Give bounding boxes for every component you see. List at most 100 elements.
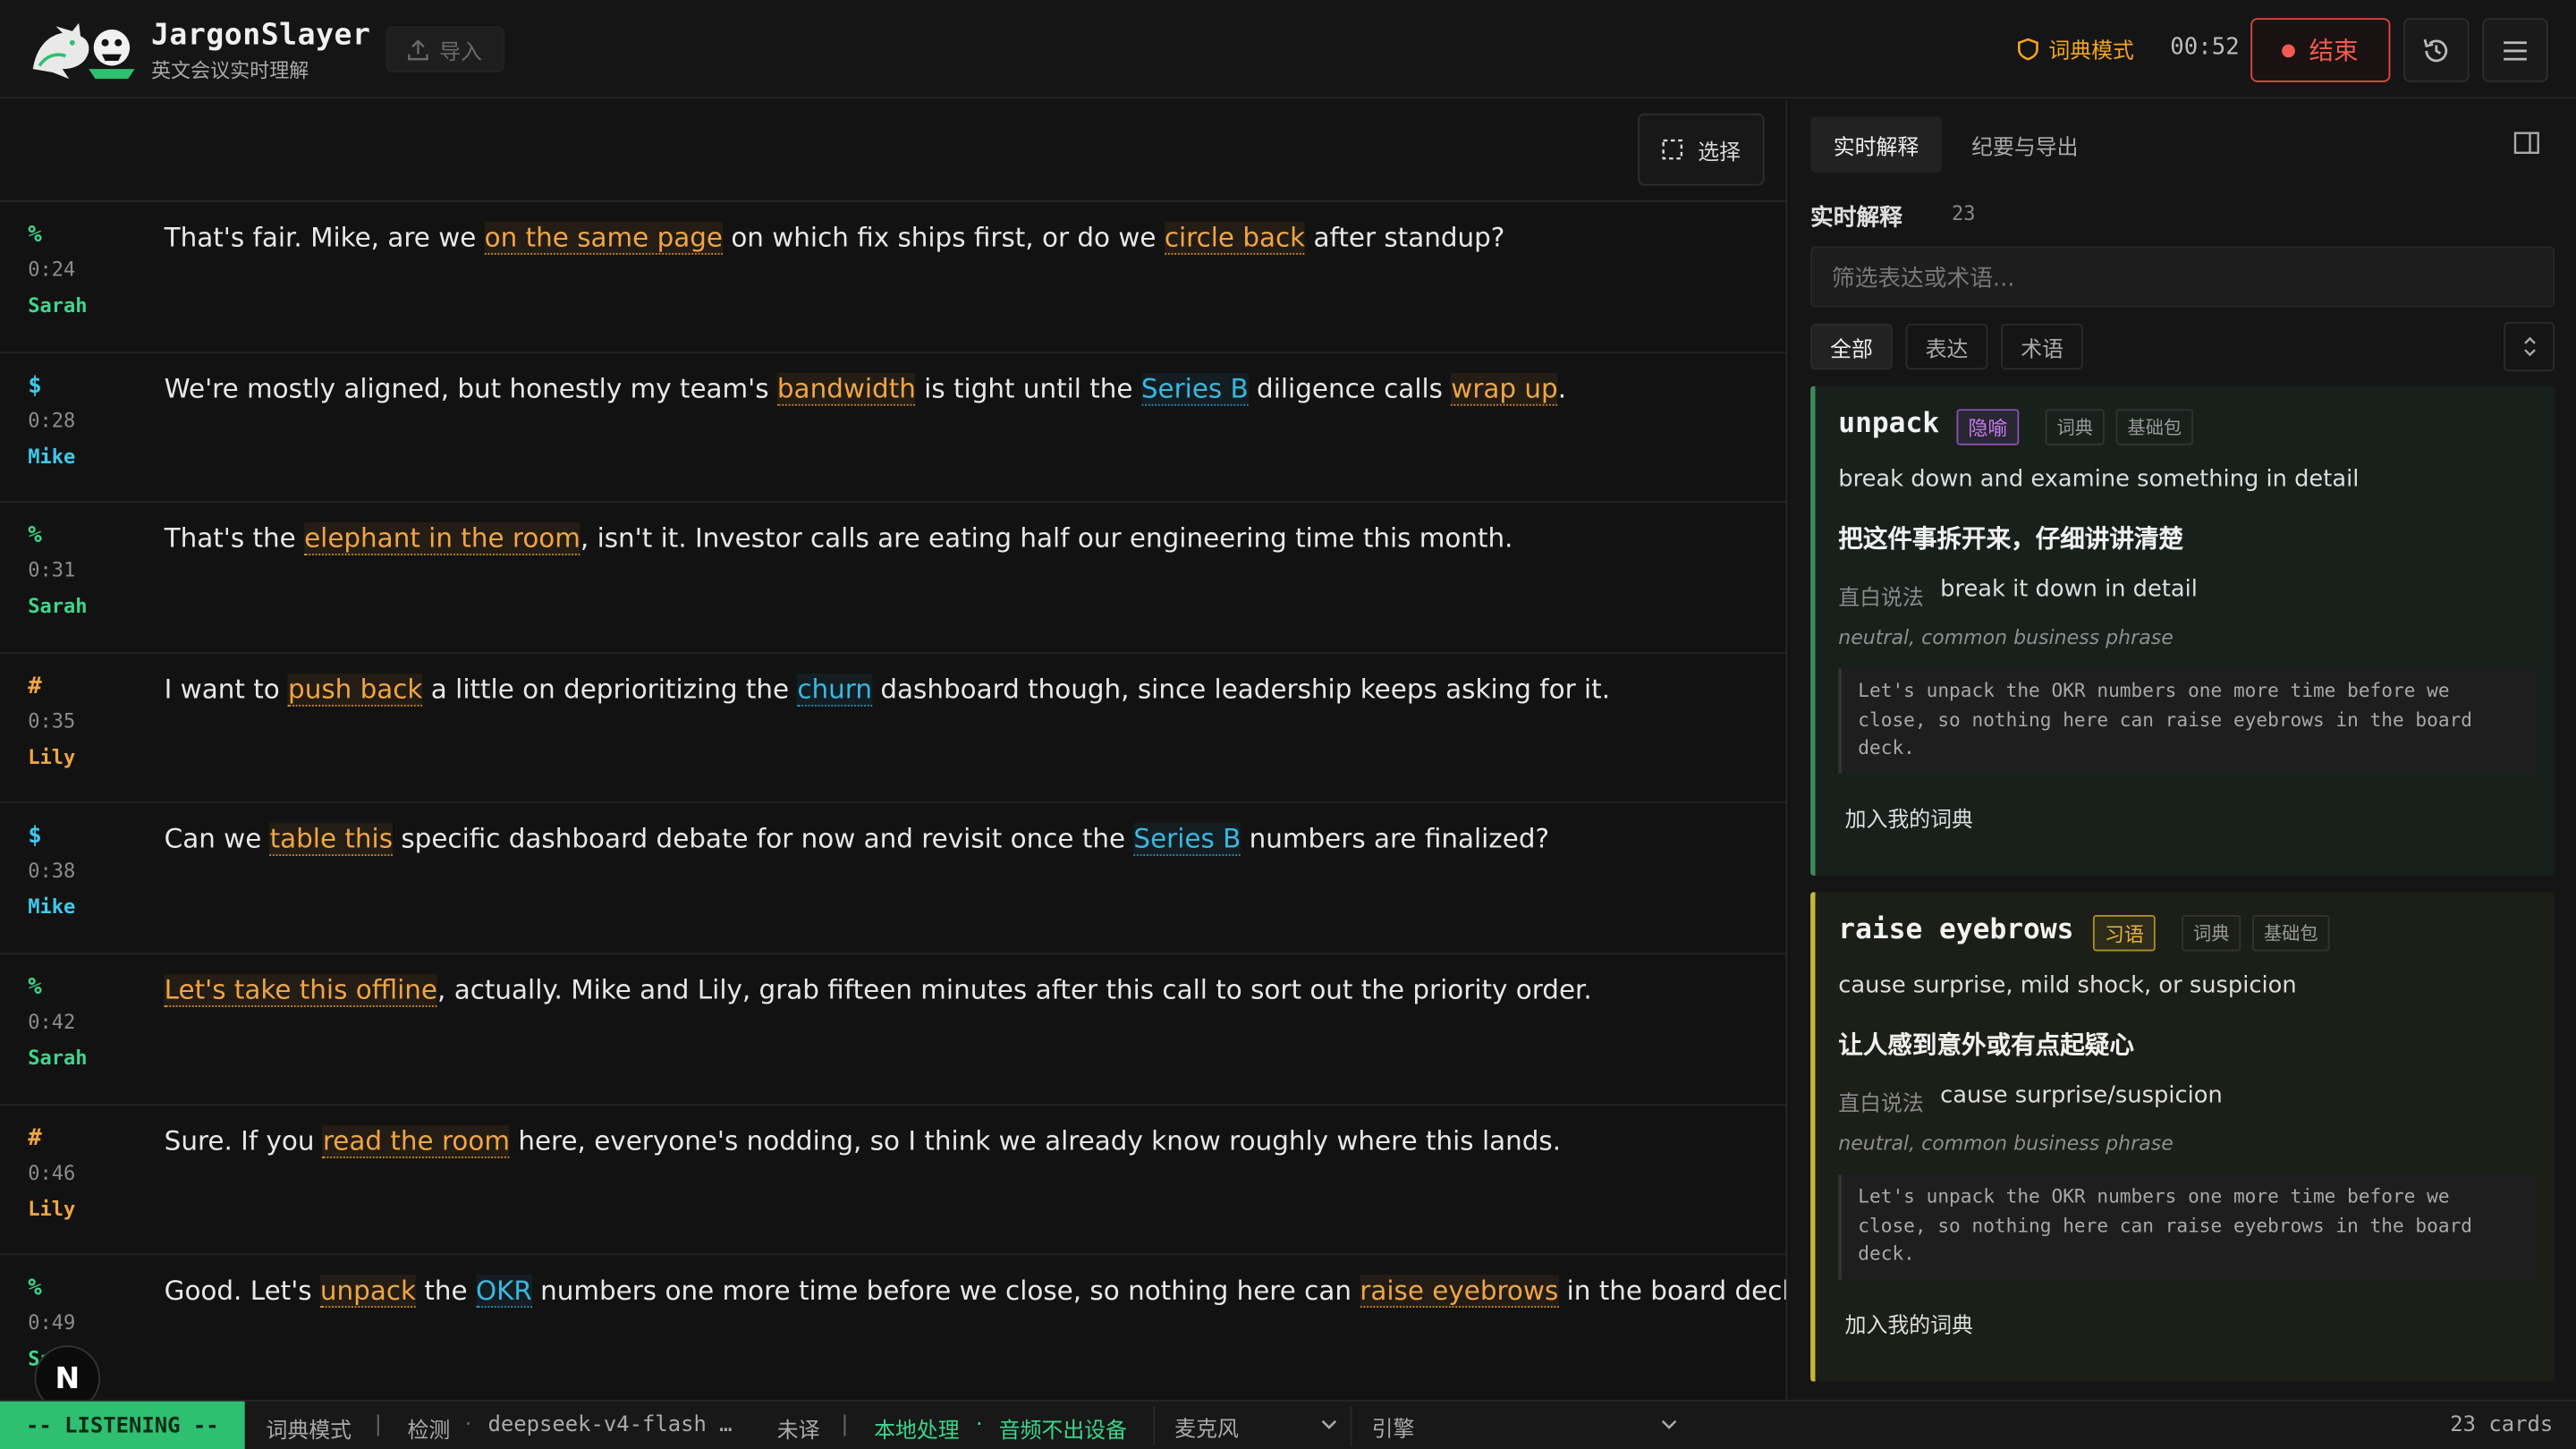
status-bar: -- LISTENING -- 词典模式 | 检测 · deepseek-v4-… (0, 1399, 2576, 1449)
recording-dot-icon (2283, 43, 2296, 57)
highlighted-expression[interactable]: raise eyebrows (1360, 1275, 1559, 1309)
app-root: JargonSlayer 英文会议实时理解 导入 词典模式 00:52 结束 选… (0, 0, 2576, 1449)
transcript-row[interactable]: $0:38 Mike Can we table this specific dash… (0, 804, 1786, 955)
chip-terms[interactable]: 术语 (2001, 323, 2084, 370)
text-segment: . (1557, 372, 1567, 404)
select-label: 选择 (1698, 140, 1741, 165)
cards-count: 23 cards (2450, 1412, 2554, 1438)
highlighted-expression[interactable]: Let's take this offline (164, 974, 438, 1007)
card-definition: break down and examine something in deta… (1838, 466, 2360, 494)
kind-badge: 习语 (2092, 915, 2156, 952)
speaker-name: Lily (28, 745, 76, 769)
source-tag: 词典 (2045, 409, 2105, 445)
status-audio: 音频不出设备 (998, 1419, 1128, 1445)
top-bar: JargonSlayer 英文会议实时理解 导入 词典模式 00:52 结束 (0, 0, 2576, 99)
highlighted-expression[interactable]: wrap up (1451, 372, 1558, 405)
dragon-logo-icon (32, 22, 135, 80)
speaker-name: Mike (28, 895, 76, 919)
speaker-name: Mike (28, 444, 76, 468)
explanation-card[interactable]: raise eyebrows 习语 词典 基础包 cause surprise,… (1810, 892, 2555, 1382)
text-segment: That's fair. Mike, are we (164, 221, 485, 253)
speaker-symbol: $ (28, 823, 42, 851)
transcript-list: % 0:24 Sarah That's fair. Mike, are we on t… (0, 202, 1786, 1400)
transcript-row[interactable]: %0:49SarahGood. Let's unpack the OKR num… (0, 1256, 1785, 1400)
highlighted-term[interactable]: churn (797, 673, 873, 707)
tab-notes-export[interactable]: 纪要与导出 (1948, 116, 2101, 172)
utterance-text: Can we table this specific dashboard deb… (165, 822, 1758, 858)
transcript-row[interactable]: #0:35 Lily I want to push back a little on… (0, 654, 1786, 804)
speaker-symbol: % (28, 522, 42, 549)
microphone-select[interactable]: 麦克风 (1153, 1406, 1347, 1446)
utterance-text: That's fair. Mike, are we on the same pa… (165, 220, 1758, 256)
upload-icon (409, 38, 429, 60)
text-segment: diligence calls (1248, 372, 1452, 404)
select-button[interactable]: 选择 (1638, 113, 1765, 186)
engine-select[interactable]: 引擎 (1350, 1406, 1688, 1446)
highlighted-term[interactable]: Series B (1140, 372, 1249, 405)
timestamp: 0:28 (28, 408, 76, 432)
text-segment: numbers one more time before we close, s… (531, 1275, 1360, 1307)
text-segment: after standup? (1305, 221, 1505, 253)
transcript-row[interactable]: % 0:31 Sarah That's the elephant in the roo… (0, 503, 1786, 654)
status-translate: 未译 (776, 1419, 820, 1445)
app-subtitle: 英文会议实时理解 (150, 59, 309, 82)
dictionary-mode-indicator[interactable]: 词典模式 (2017, 33, 2134, 64)
add-to-dictionary-button[interactable]: 加入我的词典 (1845, 801, 1973, 834)
add-to-dictionary-button[interactable]: 加入我的词典 (1845, 1308, 1973, 1339)
highlighted-expression[interactable]: bandwidth (776, 372, 916, 405)
kind-badge: 隐喻 (1956, 409, 2020, 445)
highlighted-expression[interactable]: circle back (1165, 221, 1306, 255)
transcript-row[interactable]: #0:46 Lily Sure. If you read the room here… (0, 1105, 1786, 1256)
utterance-text: We're mostly aligned, but honestly my te… (165, 370, 1758, 406)
menu-button[interactable] (2482, 18, 2548, 82)
highlighted-expression[interactable]: table this (269, 823, 394, 857)
utterance-text: Good. Let's unpack the OKR numbers one m… (165, 1274, 1785, 1309)
hamburger-menu-icon (2504, 40, 2527, 60)
plain-label: 直白说法 (1838, 1092, 1924, 1117)
transcript-row[interactable]: % 0:42 Sarah Let's take this offline, actua… (0, 954, 1786, 1106)
end-label: 结束 (2309, 36, 2359, 66)
highlighted-expression[interactable]: on the same page (484, 221, 723, 255)
text-segment: Can we (164, 823, 270, 855)
speaker-symbol: % (28, 974, 42, 1001)
panel-title: 实时解释 (1810, 205, 1902, 232)
text-segment: dashboard though, since leadership keeps… (872, 673, 1611, 705)
tab-live-explain[interactable]: 实时解释 (1810, 116, 1943, 173)
card-chinese: 让人感到意外或有点起疑心 (1838, 1030, 2134, 1060)
transcript-row[interactable]: $0:28 Mike We're mostly aligned, but hones… (0, 352, 1786, 504)
timestamp: 0:35 (28, 709, 76, 733)
import-button[interactable]: 导入 (386, 26, 504, 72)
transcript-pane: 选择 % 0:24 Sarah That's fair. Mike, are we o… (0, 100, 1788, 1400)
utterance-text: That's the elephant in the room, isn't i… (165, 521, 1758, 557)
text-segment: We're mostly aligned, but honestly my te… (164, 372, 777, 404)
explanation-card[interactable]: unpack 隐喻 词典 基础包 break down and examine … (1810, 386, 2555, 876)
text-segment: , actually. Mike and Lily, grab fifteen … (437, 974, 1592, 1006)
speaker-name: Sarah (28, 595, 88, 618)
plain-label: 直白说法 (1838, 586, 1924, 612)
timestamp: 0:38 (28, 860, 76, 883)
panel-layout-icon[interactable] (2513, 131, 2539, 155)
highlighted-expression[interactable]: unpack (319, 1275, 417, 1309)
chevron-down-icon (1321, 1419, 1337, 1429)
timestamp: 0:42 (28, 1010, 76, 1034)
speaker-symbol: $ (28, 372, 42, 399)
highlighted-expression[interactable]: elephant in the room (304, 522, 580, 556)
history-button[interactable] (2403, 18, 2470, 82)
highlighted-term[interactable]: Series B (1133, 823, 1241, 857)
end-session-button[interactable]: 结束 (2250, 18, 2391, 82)
sort-button[interactable] (2504, 321, 2555, 372)
text-segment: a little on deprioritizing the (422, 673, 798, 705)
text-segment: Sure. If you (164, 1124, 323, 1157)
highlighted-expression[interactable]: push back (288, 673, 422, 707)
transcript-row[interactable]: % 0:24 Sarah That's fair. Mike, are we on t… (0, 202, 1786, 353)
chip-expressions[interactable]: 表达 (1905, 323, 1988, 370)
card-register: neutral, common business phrase (1838, 625, 2174, 649)
highlighted-term[interactable]: OKR (475, 1275, 532, 1309)
filter-input[interactable]: 筛选表达或术语... (1810, 246, 2555, 308)
utterance-text: Sure. If you read the room here, everyon… (165, 1123, 1758, 1158)
chip-all[interactable]: 全部 (1810, 323, 1893, 370)
import-label: 导入 (439, 39, 483, 65)
highlighted-expression[interactable]: read the room (322, 1124, 510, 1158)
utterance-text: Let's take this offline, actually. Mike … (164, 972, 1758, 1008)
chevron-down-icon (1661, 1419, 1677, 1429)
